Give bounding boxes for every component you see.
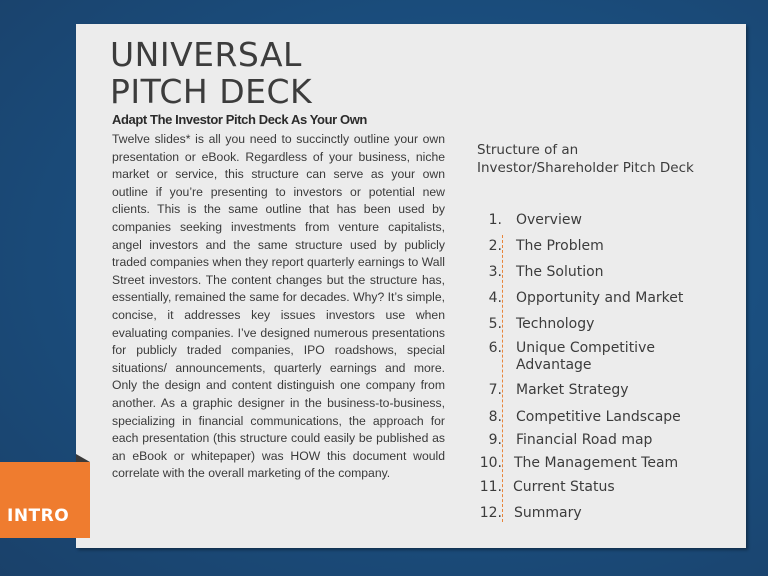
toc-number: 12. bbox=[479, 505, 502, 521]
body-paragraph: Twelve slides* is all you need to succin… bbox=[112, 132, 445, 481]
intro-tab-label: INTRO bbox=[7, 506, 70, 526]
toc-label: The Solution bbox=[516, 264, 604, 280]
title-line-2: PITCH DECK bbox=[110, 72, 313, 111]
toc-number: 7. bbox=[488, 382, 502, 398]
toc-label: Competitive Landscape bbox=[516, 409, 681, 425]
toc-label: The Problem bbox=[516, 238, 604, 254]
toc-label: Summary bbox=[514, 505, 582, 521]
toc-label: Market Strategy bbox=[516, 382, 629, 398]
title-line-1: UNIVERSAL bbox=[110, 35, 302, 74]
toc-number: 3. bbox=[488, 264, 502, 280]
toc-label: Unique Competitive Advantage bbox=[516, 340, 655, 373]
toc-divider-line bbox=[502, 235, 503, 522]
toc-label: Overview bbox=[516, 212, 582, 228]
toc-heading: Structure of an Investor/Shareholder Pit… bbox=[477, 142, 694, 176]
toc-number: 1. bbox=[488, 212, 502, 228]
toc-number: 4. bbox=[488, 290, 502, 306]
toc-number: 8. bbox=[488, 409, 502, 425]
toc-number: 10. bbox=[479, 455, 502, 471]
toc-number: 11. bbox=[479, 479, 502, 495]
toc-label: The Management Team bbox=[514, 455, 679, 471]
toc-label: Technology bbox=[516, 316, 595, 332]
intro-tab: INTRO bbox=[0, 462, 90, 538]
toc-number: 5. bbox=[488, 316, 502, 332]
slide-subtitle: Adapt The Investor Pitch Deck As Your Ow… bbox=[112, 112, 367, 127]
toc-number: 2. bbox=[488, 238, 502, 254]
tab-fold-shadow bbox=[76, 454, 90, 462]
toc-number: 6. bbox=[488, 340, 502, 356]
toc-label: Current Status bbox=[513, 479, 615, 495]
slide-title: UNIVERSAL PITCH DECK bbox=[110, 36, 312, 110]
toc-number: 9. bbox=[488, 432, 502, 448]
toc-label: Financial Road map bbox=[516, 432, 653, 448]
toc-label: Opportunity and Market bbox=[516, 290, 684, 306]
